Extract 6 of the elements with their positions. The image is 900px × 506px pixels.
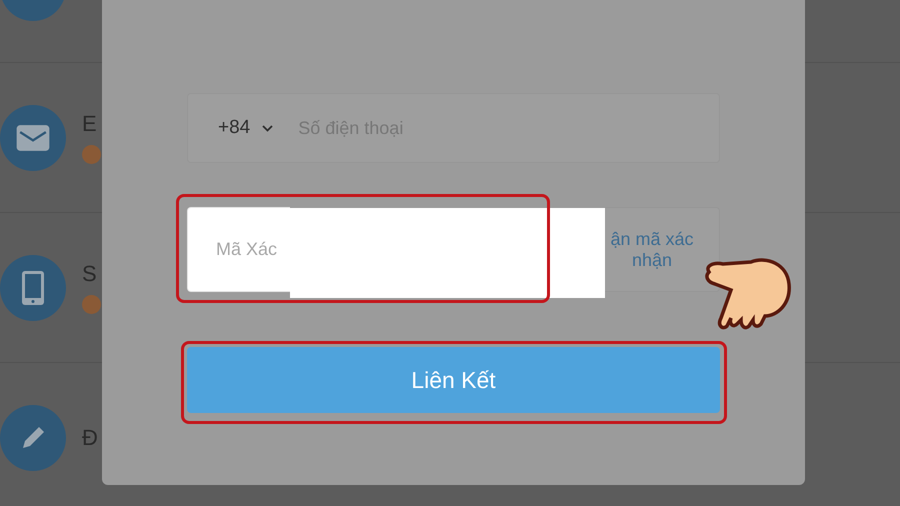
send-code-button[interactable]: ận mã xác nhận <box>605 207 720 292</box>
country-code[interactable]: +84 <box>218 114 250 142</box>
chevron-down-icon[interactable] <box>262 124 274 132</box>
link-button[interactable]: Liên Kết <box>187 347 720 413</box>
code-placeholder: Mã Xác <box>216 238 278 261</box>
code-field[interactable]: Mã Xác <box>187 207 290 292</box>
